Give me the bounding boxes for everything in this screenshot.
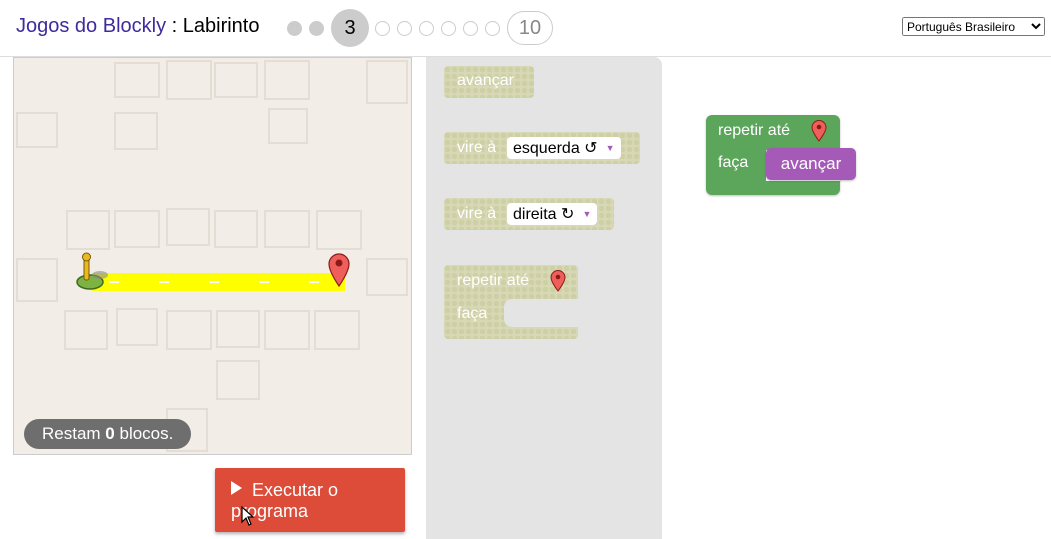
workspace-move-forward-block[interactable]: avançar xyxy=(766,148,856,180)
blocks-remaining-prefix: Restam xyxy=(42,424,106,443)
workspace-repeat-label: repetir até xyxy=(718,122,791,139)
wall-tile xyxy=(264,60,310,100)
repeat-until-label: repetir até xyxy=(457,272,530,289)
wall-tile xyxy=(66,210,110,250)
wall-tile xyxy=(264,310,310,350)
toolbox-turn-left-block[interactable]: vire à esquerda ↺ ▼ xyxy=(444,132,640,164)
wall-tile xyxy=(166,60,212,100)
level-1-link[interactable] xyxy=(287,20,302,36)
wall-tile xyxy=(264,210,310,248)
finish-marker-icon xyxy=(550,270,566,292)
finish-marker-icon xyxy=(811,120,827,142)
wall-tile xyxy=(116,308,158,346)
language-select[interactable]: Português Brasileiro xyxy=(902,17,1045,36)
level-selector: 3 10 xyxy=(287,9,553,47)
toolbox-repeat-until-block[interactable]: repetir até faça xyxy=(444,265,578,339)
pegman-icon xyxy=(76,252,108,290)
wall-tile xyxy=(114,210,160,248)
path-dash xyxy=(209,281,219,283)
dropdown-arrow-icon: ▼ xyxy=(605,143,615,153)
level-8-link[interactable] xyxy=(463,20,478,36)
toolbox-move-forward-block[interactable]: avançar xyxy=(444,66,534,98)
turn-left-label: vire à xyxy=(457,139,497,156)
wall-tile xyxy=(114,62,160,98)
wall-tile xyxy=(366,60,408,104)
blocks-remaining-badge: Restam 0 blocos. xyxy=(24,419,192,449)
level-4-link[interactable] xyxy=(375,20,390,36)
wall-tile xyxy=(64,310,108,350)
repeat-do-label: faça xyxy=(457,305,488,322)
wall-tile xyxy=(16,112,58,148)
dropdown-arrow-icon: ▼ xyxy=(582,209,592,219)
level-7-link[interactable] xyxy=(441,20,456,36)
blocks-remaining-suffix: blocos. xyxy=(114,424,174,443)
level-5-link[interactable] xyxy=(397,20,412,36)
wall-tile xyxy=(216,360,260,400)
wall-tile xyxy=(214,62,258,98)
turn-left-dropdown[interactable]: esquerda ↺ ▼ xyxy=(507,137,621,159)
wall-tile xyxy=(114,112,158,150)
workspace-repeat-do-label: faça xyxy=(718,154,749,171)
turn-right-label: vire à xyxy=(457,205,497,222)
title-separator: : xyxy=(166,15,183,37)
toolbox-flyout: avançar vire à esquerda ↺ ▼ vire à direit… xyxy=(426,57,662,539)
wall-tile xyxy=(16,258,58,302)
toolbox-turn-right-block[interactable]: vire à direita ↻ ▼ xyxy=(444,198,614,230)
wall-tile xyxy=(214,210,258,248)
wall-tile xyxy=(268,108,308,144)
repeat-statement-slot xyxy=(504,299,578,327)
turn-right-dropdown[interactable]: direita ↻ ▼ xyxy=(507,203,598,225)
page-title: Jogos do Blockly : Labirinto xyxy=(16,15,259,38)
level-current[interactable]: 3 xyxy=(331,9,369,47)
path-dash xyxy=(159,281,169,283)
wall-tile xyxy=(166,310,212,350)
level-2-link[interactable] xyxy=(309,20,324,36)
blocks-remaining-count: 0 xyxy=(105,424,115,443)
turn-left-value: esquerda ↺ xyxy=(513,140,598,157)
level-9-link[interactable] xyxy=(485,20,500,36)
mouse-cursor-icon xyxy=(241,506,255,526)
wall-tile xyxy=(166,208,210,246)
wall-tile xyxy=(366,258,408,296)
maze-canvas: Restam 0 blocos. xyxy=(13,57,412,455)
level-6-link[interactable] xyxy=(419,20,434,36)
game-title: Labirinto xyxy=(182,15,260,37)
move-forward-label: avançar xyxy=(457,72,514,89)
wall-tile xyxy=(316,210,362,250)
play-icon xyxy=(231,481,242,495)
path-dash xyxy=(259,281,269,283)
header-bar: Jogos do Blockly : Labirinto 3 10 Portug… xyxy=(0,0,1051,57)
path-dash xyxy=(309,281,319,283)
turn-right-value: direita ↻ xyxy=(513,206,575,223)
finish-marker-icon xyxy=(328,253,350,288)
wall-tile xyxy=(314,310,360,350)
blockly-games-link[interactable]: Jogos do Blockly xyxy=(16,15,166,37)
level-last-link[interactable]: 10 xyxy=(507,11,553,45)
wall-tile xyxy=(216,310,260,348)
